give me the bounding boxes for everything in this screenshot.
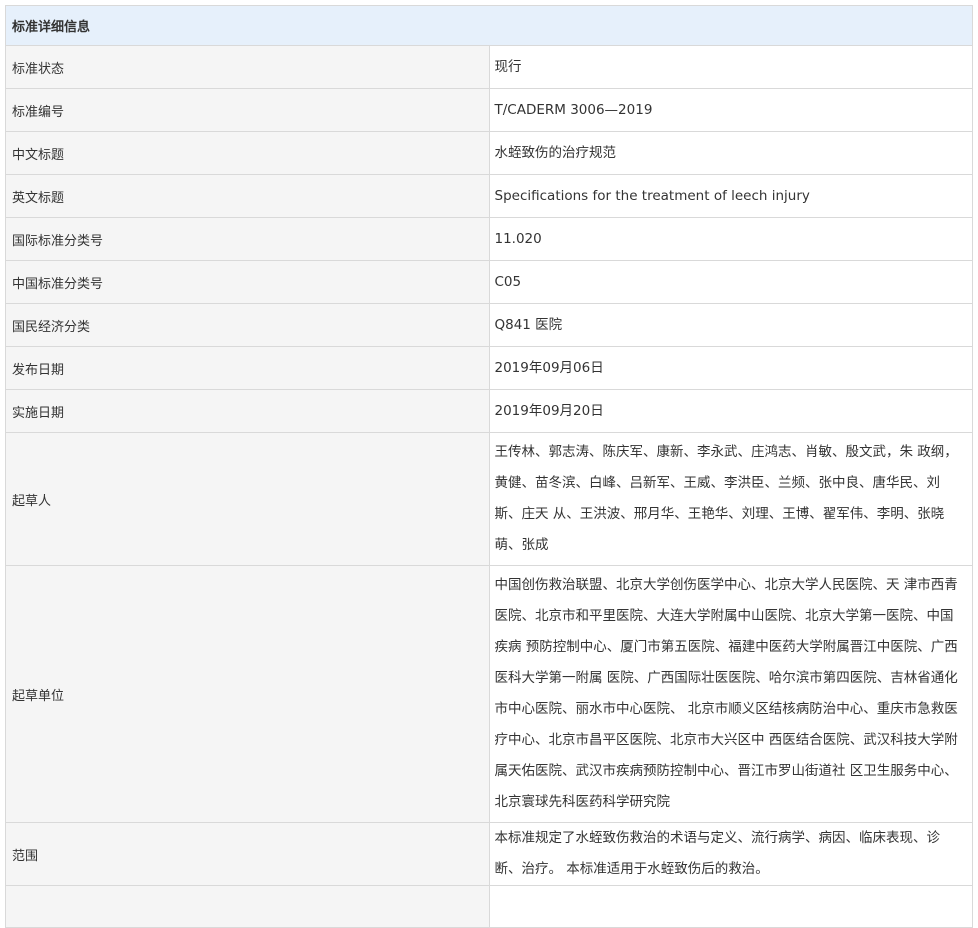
row-status: 标准状态 现行	[5, 45, 973, 89]
label-drafters: 起草人	[5, 432, 490, 566]
standard-detail-panel: 标准详细信息 标准状态 现行 标准编号 T/CADERM 3006—2019 中…	[5, 5, 973, 928]
row-english-title: 英文标题 Specifications for the treatment of…	[5, 174, 973, 218]
row-ics-code: 国际标准分类号 11.020	[5, 217, 973, 261]
row-chinese-title: 中文标题 水蛭致伤的治疗规范	[5, 131, 973, 175]
standard-detail-table: 标准详细信息 标准状态 现行 标准编号 T/CADERM 3006—2019 中…	[5, 5, 973, 928]
value-status: 现行	[488, 45, 973, 89]
value-scope: 本标准规定了水蛭致伤救治的术语与定义、流行病学、病因、临床表现、诊断、治疗。 本…	[488, 822, 973, 886]
label-ccs-code: 中国标准分类号	[5, 260, 490, 304]
row-ccs-code: 中国标准分类号 C05	[5, 260, 973, 304]
value-economic-classification: Q841 医院	[488, 303, 973, 347]
row-implementation-date: 实施日期 2019年09月20日	[5, 389, 973, 433]
value-ics-code: 11.020	[488, 217, 973, 261]
label-blank	[5, 885, 490, 928]
value-english-title: Specifications for the treatment of leec…	[488, 174, 973, 218]
value-release-date: 2019年09月06日	[488, 346, 973, 390]
value-blank	[488, 885, 973, 928]
label-chinese-title: 中文标题	[5, 131, 490, 175]
value-ccs-code: C05	[488, 260, 973, 304]
row-release-date: 发布日期 2019年09月06日	[5, 346, 973, 390]
row-drafters: 起草人 王传林、郭志涛、陈庆军、康新、李永武、庄鸿志、肖敏、殷文武，朱 政纲，黄…	[5, 432, 973, 566]
label-economic-classification: 国民经济分类	[5, 303, 490, 347]
label-implementation-date: 实施日期	[5, 389, 490, 433]
row-drafting-units: 起草单位 中国创伤救治联盟、北京大学创伤医学中心、北京大学人民医院、天 津市西青…	[5, 565, 973, 823]
table-header-row: 标准详细信息	[5, 5, 973, 46]
row-economic-classification: 国民经济分类 Q841 医院	[5, 303, 973, 347]
label-ics-code: 国际标准分类号	[5, 217, 490, 261]
row-blank	[5, 885, 973, 928]
label-release-date: 发布日期	[5, 346, 490, 390]
label-standard-number: 标准编号	[5, 88, 490, 132]
value-standard-number: T/CADERM 3006—2019	[488, 88, 973, 132]
label-english-title: 英文标题	[5, 174, 490, 218]
value-implementation-date: 2019年09月20日	[488, 389, 973, 433]
label-drafting-units: 起草单位	[5, 565, 490, 823]
row-scope: 范围 本标准规定了水蛭致伤救治的术语与定义、流行病学、病因、临床表现、诊断、治疗…	[5, 822, 973, 886]
value-drafting-units: 中国创伤救治联盟、北京大学创伤医学中心、北京大学人民医院、天 津市西青医院、北京…	[488, 565, 973, 823]
value-chinese-title: 水蛭致伤的治疗规范	[488, 131, 973, 175]
table-title: 标准详细信息	[5, 5, 973, 46]
row-standard-number: 标准编号 T/CADERM 3006—2019	[5, 88, 973, 132]
label-status: 标准状态	[5, 45, 490, 89]
label-scope: 范围	[5, 822, 490, 886]
value-drafters: 王传林、郭志涛、陈庆军、康新、李永武、庄鸿志、肖敏、殷文武，朱 政纲，黄健、苗冬…	[488, 432, 973, 566]
